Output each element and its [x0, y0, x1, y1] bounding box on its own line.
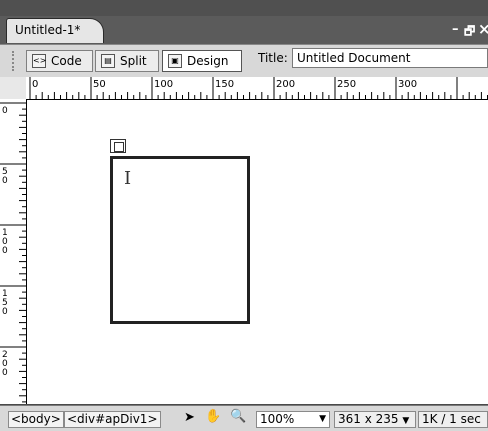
ruler-label: 150	[215, 79, 234, 90]
close-icon[interactable]: ×	[478, 20, 488, 38]
dreamweaver-document-window: Untitled-1* – 🗗 × <> Code ▤ Split ▣ Desi…	[0, 0, 488, 431]
title-label: Title:	[258, 51, 288, 65]
magnifier-icon[interactable]: 🔍	[230, 409, 246, 424]
ruler-label: 0	[2, 368, 8, 378]
document-tab[interactable]: Untitled-1*	[6, 18, 104, 43]
window-size-value: 361 x 235	[338, 412, 399, 426]
zoom-value: 100%	[260, 412, 295, 426]
split-view-icon: ▤	[101, 54, 115, 68]
code-view-label: Code	[51, 54, 82, 68]
toolbar-grip[interactable]	[12, 51, 20, 71]
ruler-label: 0	[2, 307, 8, 317]
document-tab-title: Untitled-1*	[15, 23, 81, 37]
text-cursor-icon: I	[124, 168, 132, 189]
ruler-label: 0	[2, 176, 8, 186]
hand-icon[interactable]: ✋	[205, 409, 221, 424]
design-view-label: Design	[187, 54, 229, 68]
ruler-label: 250	[337, 79, 356, 90]
ruler-label: 300	[398, 79, 417, 90]
ruler-label: 50	[93, 79, 106, 90]
tag-selector-body[interactable]: <body>	[8, 411, 64, 428]
window-size-select[interactable]: 361 x 235 ▼	[334, 411, 416, 428]
zoom-select[interactable]: 100% ▼	[256, 411, 330, 428]
ap-div-selection-handle[interactable]	[110, 139, 126, 153]
design-view-button[interactable]: ▣ Design	[162, 50, 242, 72]
split-view-label: Split	[120, 54, 147, 68]
status-bar: <body> <div#apDiv1> ➤ ✋ 🔍 100% ▼ 361 x 2…	[0, 405, 488, 431]
ruler-label: 100	[154, 79, 173, 90]
arrow-pointer-icon[interactable]: ➤	[184, 410, 195, 425]
split-view-button[interactable]: ▤ Split	[95, 50, 159, 72]
ruler-label: 0	[2, 106, 8, 116]
restore-icon[interactable]: 🗗	[464, 22, 475, 43]
ruler-label: 0	[32, 79, 38, 90]
horizontal-ruler[interactable]: 0 50 100 150 200 250 300	[26, 77, 488, 100]
chevron-down-icon: ▼	[319, 414, 326, 424]
code-view-icon: <>	[32, 54, 46, 68]
download-size: 1K / 1 sec	[418, 411, 488, 428]
code-view-button[interactable]: <> Code	[26, 50, 93, 72]
tag-selector-div[interactable]: <div#apDiv1>	[64, 411, 161, 428]
design-view-icon: ▣	[168, 54, 182, 68]
vertical-ruler[interactable]: 050100150200	[0, 99, 27, 404]
ruler-label: 200	[276, 79, 295, 90]
document-title-input[interactable]	[292, 48, 488, 68]
minimize-icon[interactable]: –	[452, 22, 459, 37]
ruler-label: 0	[2, 246, 8, 256]
chevron-down-icon: ▼	[402, 416, 410, 426]
ruler-origin[interactable]	[0, 77, 27, 100]
design-canvas[interactable]	[27, 100, 488, 404]
